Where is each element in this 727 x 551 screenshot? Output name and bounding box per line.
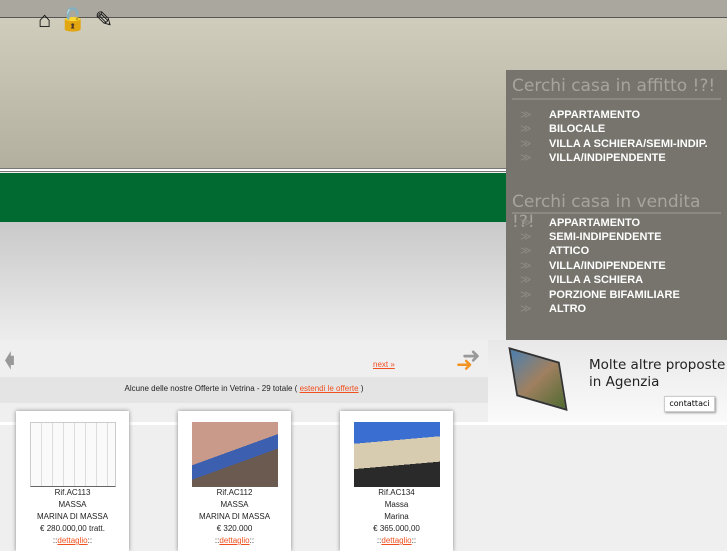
offer-zone: MARINA DI MASSA — [198, 512, 271, 521]
home-icon[interactable]: ⌂ — [38, 9, 51, 31]
detail-link[interactable]: dettaglio — [381, 536, 411, 545]
sale-title: Cerchi casa in vendita !?! — [512, 192, 721, 232]
offer-city: MASSA — [220, 500, 249, 509]
offer-zone: Marina — [384, 512, 409, 521]
contact-button[interactable]: contattaci — [664, 396, 715, 412]
house-photo[interactable] — [191, 422, 278, 487]
chevron-icon: ≫ — [520, 288, 532, 301]
detail-link[interactable]: dettaglio — [57, 536, 87, 545]
sale-list: ≫ APPARTAMENTO ≫ SEMI-INDIPENDENTE ≫ ATTICO… — [520, 216, 721, 317]
next-link[interactable]: next » — [373, 360, 395, 369]
chevron-icon: ≫ — [520, 259, 532, 272]
offer-card[interactable]: Rif.AC134 Massa Marina € 365.000,00 ::de… — [340, 411, 453, 551]
floorplan-image[interactable] — [29, 422, 116, 487]
prev-arrow-icon[interactable]: 🡀 — [4, 346, 15, 380]
offer-city: Massa — [384, 500, 409, 509]
rent-list: ≫ APPARTAMENTO ≫ BILOCALE ≫ VILLA A SCHIERA… — [520, 108, 721, 166]
offer-price: € 320.000 — [216, 524, 253, 533]
sale-item-label: PORZIONE BIFAMILIARE — [549, 288, 680, 301]
chevron-icon: ≫ — [520, 109, 532, 121]
sale-item-label: SEMI-INDIPENDENTE — [549, 230, 662, 243]
offer-ref: Rif.AC134 — [378, 488, 415, 497]
offer-card[interactable]: Rif.AC113 MASSA MARINA DI MASSA € 280.00… — [16, 411, 129, 551]
offer-card[interactable]: Rif.AC112 MASSA MARINA DI MASSA € 320.00… — [178, 411, 291, 551]
offers-close-paren: ) — [360, 384, 364, 393]
sale-item[interactable]: ≫ ALTRO — [520, 302, 721, 316]
rent-item[interactable]: ≫ APPARTAMENTO — [520, 108, 721, 122]
sale-item[interactable]: ≫ VILLA/INDIPENDENTE — [520, 259, 721, 273]
rent-item-label: BILOCALE — [549, 123, 606, 136]
extend-offers-link[interactable]: estendi le offerte — [300, 384, 359, 393]
offer-ref: Rif.AC112 — [216, 488, 253, 497]
offer-price: € 280.000,00 tratt. — [40, 524, 105, 533]
rent-item[interactable]: ≫ VILLA A SCHIERA/SEMI-INDIP. — [520, 137, 721, 151]
chevron-icon: ≫ — [520, 274, 532, 287]
sale-item-label: APPARTAMENTO — [549, 216, 641, 229]
chevron-icon: ≫ — [520, 230, 532, 243]
chevron-icon: ≫ — [520, 302, 532, 315]
offers-bar: Alcune delle nostre Offerte in Vetrina -… — [0, 377, 488, 403]
sale-item[interactable]: ≫ PORZIONE BIFAMILIARE — [520, 288, 721, 302]
offer-price: € 365.000,00 — [373, 524, 420, 533]
offer-ref: Rif.AC113 — [54, 488, 91, 497]
carousel-nav — [0, 340, 488, 377]
rent-item-label: VILLA/INDIPENDENTE — [549, 152, 666, 165]
sale-item-label: VILLA/INDIPENDENTE — [549, 259, 666, 272]
sale-item[interactable]: ≫ VILLA A SCHIERA — [520, 273, 721, 287]
promo-text: Molte altre proposte in Agenzia — [589, 357, 725, 391]
sale-item-label: ALTRO — [549, 302, 587, 315]
chevron-icon: ≫ — [520, 123, 532, 136]
next-arrow-orange-icon[interactable]: ➜ — [456, 352, 473, 377]
offers-text: Alcune delle nostre Offerte in Vetrina -… — [124, 384, 298, 393]
chevron-icon: ≫ — [520, 152, 532, 165]
brochure-image — [508, 347, 568, 411]
edit-icon[interactable]: ✎ — [95, 9, 113, 31]
sale-item-label: ATTICO — [549, 245, 590, 258]
promo-line: in Agenzia — [589, 374, 660, 390]
rent-item-label: VILLA A SCHIERA/SEMI-INDIP. — [549, 137, 708, 150]
rent-item[interactable]: ≫ VILLA/INDIPENDENTE — [520, 151, 721, 165]
house-photo[interactable] — [353, 422, 440, 487]
chevron-icon: ≫ — [520, 137, 532, 150]
detail-link[interactable]: dettaglio — [219, 536, 249, 545]
chevron-icon: ≫ — [520, 245, 532, 258]
top-icons: ⌂ 🔓 ✎ — [38, 9, 113, 31]
sale-item[interactable]: ≫ SEMI-INDIPENDENTE — [520, 230, 721, 244]
sale-item[interactable]: ≫ ATTICO — [520, 244, 721, 258]
lock-icon[interactable]: 🔓 — [59, 9, 86, 31]
sale-item-label: VILLA A SCHIERA — [549, 274, 644, 287]
rent-item[interactable]: ≫ BILOCALE — [520, 122, 721, 136]
rent-item-label: APPARTAMENTO — [549, 109, 641, 121]
promo-line: Molte altre proposte — [589, 357, 726, 373]
sale-item[interactable]: ≫ APPARTAMENTO — [520, 216, 721, 230]
offer-zone: MARINA DI MASSA — [36, 512, 109, 521]
agency-promo: Molte altre proposte in Agenzia contattac… — [488, 340, 727, 422]
chevron-icon: ≫ — [520, 216, 532, 229]
rent-title: Cerchi casa in affitto !?! — [512, 76, 721, 100]
search-menu-panel: Cerchi casa in affitto !?! ≫ APPARTAMENTO… — [506, 70, 727, 340]
offer-city: MASSA — [58, 500, 87, 509]
